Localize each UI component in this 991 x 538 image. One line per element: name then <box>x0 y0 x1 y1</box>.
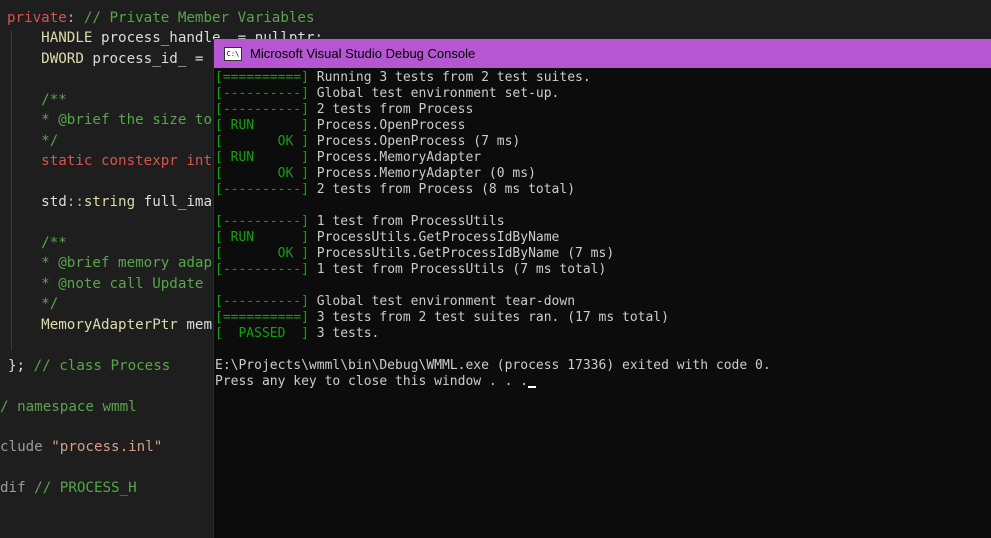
test-status-tag: [ OK ] <box>215 166 309 181</box>
code-token: // class Process <box>33 357 171 374</box>
console-line: [ PASSED ] 3 tests. <box>215 326 379 342</box>
console-line: E:\Projects\wmml\bin\Debug\WMML.exe (pro… <box>215 358 771 374</box>
console-message: Process.OpenProcess (7 ms) <box>308 134 521 149</box>
test-status-tag: [----------] <box>215 214 309 229</box>
text-cursor <box>528 386 537 388</box>
console-line: [ RUN ] Process.OpenProcess <box>215 118 465 134</box>
test-status-tag: [ RUN ] <box>215 118 309 133</box>
code-line: private: // Private Member Variables <box>7 8 315 28</box>
code-token: }; <box>8 357 34 374</box>
console-message: Global test environment set-up. <box>308 86 560 101</box>
code-token: private <box>7 10 67 26</box>
code-line: clude "process.inl" <box>0 437 162 457</box>
console-output[interactable]: [==========] Running 3 tests from 2 test… <box>215 70 991 536</box>
test-status-tag: [ PASSED ] <box>215 326 309 341</box>
console-message: Process.MemoryAdapter <box>308 150 482 165</box>
code-token: dif <box>0 480 35 497</box>
console-message: Running 3 tests from 2 test suites. <box>308 70 591 85</box>
console-message: 3 tests from 2 test suites ran. (17 ms t… <box>308 310 669 325</box>
code-token: MemoryAdapterPtr <box>7 316 178 333</box>
code-token: // PROCESS_H <box>34 480 137 497</box>
console-line: [----------] Global test environment tea… <box>215 294 575 310</box>
code-line: / namespace wmml <box>0 397 137 417</box>
console-message: Global test environment tear-down <box>308 294 576 309</box>
code-line: MemoryAdapterPtr mem <box>7 315 212 335</box>
console-app-icon: C:\ <box>224 46 242 61</box>
code-line: /** <box>7 90 67 110</box>
code-line: /** <box>7 233 67 253</box>
console-message: 2 tests from Process <box>308 102 474 117</box>
test-status-tag: [----------] <box>215 182 309 197</box>
test-status-tag: [==========] <box>215 310 309 325</box>
console-message: Process.OpenProcess <box>308 118 466 133</box>
console-line: [----------] Global test environment set… <box>215 86 559 102</box>
code-token: "process.inl" <box>51 439 163 456</box>
code-token: * @note call Update <box>7 275 204 292</box>
console-line: [ OK ] Process.MemoryAdapter (0 ms) <box>215 166 536 182</box>
console-message: Press any key to close this window . . . <box>215 374 529 389</box>
test-status-tag: [----------] <box>215 262 309 277</box>
console-message: 1 test from ProcessUtils <box>308 214 505 229</box>
code-line: * @brief the size to <box>7 110 212 130</box>
code-line: * @brief memory adap <box>7 253 212 273</box>
console-line: Press any key to close this window . . . <box>215 374 537 390</box>
console-title: Microsoft Visual Studio Debug Console <box>250 46 476 61</box>
code-token: mem <box>177 316 213 333</box>
console-message: E:\Projects\wmml\bin\Debug\WMML.exe (pro… <box>215 358 771 373</box>
console-line: [----------] 2 tests from Process (8 ms … <box>215 182 575 198</box>
code-line: */ <box>7 294 58 314</box>
code-token: string <box>83 194 136 211</box>
code-line: }; // class Process <box>8 356 170 376</box>
console-message: 2 tests from Process (8 ms total) <box>308 182 576 197</box>
console-line: [----------] 1 test from ProcessUtils <box>215 214 505 230</box>
console-message: Process.MemoryAdapter (0 ms) <box>308 166 536 181</box>
test-status-tag: [ OK ] <box>215 134 309 149</box>
code-token: HANDLE <box>7 30 93 47</box>
test-status-tag: [==========] <box>215 70 309 85</box>
code-token: */ <box>7 296 59 313</box>
code-token: full_ima <box>135 194 213 211</box>
console-line: [----------] 1 test from ProcessUtils (7… <box>215 262 606 278</box>
code-line: */ <box>7 131 58 151</box>
console-message: 1 test from ProcessUtils (7 ms total) <box>308 262 607 277</box>
code-line: static constexpr int <box>7 151 212 171</box>
code-token: / namespace wmml <box>0 398 137 415</box>
code-line: DWORD process_id_ = <box>7 49 212 69</box>
test-status-tag: [ RUN ] <box>215 230 309 245</box>
console-line: [----------] 2 tests from Process <box>215 102 473 118</box>
console-message: 3 tests. <box>308 326 380 341</box>
console-line: [==========] Running 3 tests from 2 test… <box>215 70 591 86</box>
console-message: ProcessUtils.GetProcessIdByName (7 ms) <box>308 246 615 261</box>
code-line: * @note call Update <box>7 274 203 294</box>
code-token: /** <box>7 91 67 108</box>
console-line: [ OK ] ProcessUtils.GetProcessIdByName (… <box>215 246 614 262</box>
code-token: * @brief memory adap <box>7 255 212 272</box>
code-token: * @brief the size to <box>7 112 212 129</box>
code-token: */ <box>7 132 59 149</box>
code-token: std <box>7 194 67 211</box>
code-line: std::string full_ima <box>7 192 212 212</box>
console-line: [==========] 3 tests from 2 test suites … <box>215 310 669 326</box>
test-status-tag: [ OK ] <box>215 246 309 261</box>
debug-console-window[interactable]: C:\ Microsoft Visual Studio Debug Consol… <box>213 39 991 538</box>
test-status-tag: [----------] <box>215 102 309 117</box>
console-line: [ RUN ] ProcessUtils.GetProcessIdByName <box>215 230 559 246</box>
console-title-bar[interactable]: C:\ Microsoft Visual Studio Debug Consol… <box>214 39 991 68</box>
code-line: dif // PROCESS_H <box>0 478 137 498</box>
code-token: clude <box>0 439 52 456</box>
console-message: ProcessUtils.GetProcessIdByName <box>308 230 560 245</box>
code-token: :: <box>66 194 84 211</box>
test-status-tag: [ RUN ] <box>215 150 309 165</box>
code-token: // Private Member Variables <box>75 10 315 26</box>
console-line: [ OK ] Process.OpenProcess (7 ms) <box>215 134 520 150</box>
test-status-tag: [----------] <box>215 294 309 309</box>
code-token: DWORD <box>7 50 84 67</box>
test-status-tag: [----------] <box>215 86 309 101</box>
code-token: static constexpr int <box>7 153 212 170</box>
console-line: [ RUN ] Process.MemoryAdapter <box>215 150 481 166</box>
code-token: /** <box>7 234 67 251</box>
code-token: process_id_ = <box>83 50 212 67</box>
